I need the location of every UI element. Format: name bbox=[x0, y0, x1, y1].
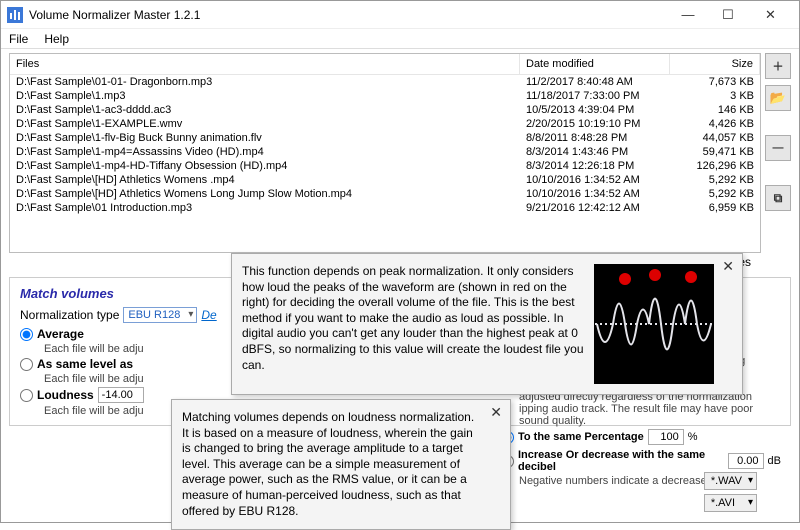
header-date[interactable]: Date modified bbox=[520, 54, 670, 74]
tooltip-text: This function depends on peak normalizat… bbox=[242, 264, 584, 384]
file-size: 126,296 KB bbox=[670, 159, 760, 173]
tooltip-text: Matching volumes depends on loudness nor… bbox=[182, 410, 482, 519]
file-date: 8/3/2014 12:26:18 PM bbox=[520, 159, 670, 173]
file-path: D:\Fast Sample\1.mp3 bbox=[10, 89, 520, 103]
waveform-illustration bbox=[594, 264, 714, 384]
header-size[interactable]: Size bbox=[670, 54, 760, 74]
file-date: 2/20/2015 10:19:10 PM bbox=[520, 117, 670, 131]
window-title: Volume Normalizer Master 1.2.1 bbox=[29, 8, 668, 22]
remove-all-button[interactable]: ⧉ bbox=[765, 185, 791, 211]
add-folder-button[interactable]: 📂 bbox=[765, 85, 791, 111]
tooltip-peak-normalization: ✕ This function depends on peak normaliz… bbox=[231, 253, 743, 395]
file-date: 10/10/2016 1:34:52 AM bbox=[520, 187, 670, 201]
tooltip-close-button[interactable]: ✕ bbox=[722, 258, 734, 275]
tooltip-close-button[interactable]: ✕ bbox=[490, 404, 502, 421]
table-row[interactable]: D:\Fast Sample\1.mp311/18/2017 7:33:00 P… bbox=[10, 89, 760, 103]
table-row[interactable]: D:\Fast Sample\01 Introduction.mp39/21/2… bbox=[10, 201, 760, 215]
table-row[interactable]: D:\Fast Sample\1-mp4-HD-Tiffany Obsessio… bbox=[10, 159, 760, 173]
tooltip-loudness-normalization: ✕ Matching volumes depends on loudness n… bbox=[171, 399, 511, 530]
format-selectors: *.WAV *.AVI bbox=[704, 472, 757, 512]
details-link[interactable]: De bbox=[201, 308, 216, 322]
radio-average-label: Average bbox=[37, 327, 84, 341]
app-icon bbox=[7, 7, 23, 23]
file-date: 8/8/2011 8:48:28 PM bbox=[520, 131, 670, 145]
radio-same-level[interactable] bbox=[20, 358, 33, 371]
right-text-4: ipping audio track. The result file may … bbox=[501, 403, 781, 415]
table-row[interactable]: D:\Fast Sample\01-01- Dragonborn.mp311/2… bbox=[10, 75, 760, 89]
close-button[interactable]: ✕ bbox=[748, 1, 793, 29]
radio-loudness[interactable] bbox=[20, 389, 33, 402]
format-avi-select[interactable]: *.AVI bbox=[704, 494, 757, 512]
file-path: D:\Fast Sample\1-mp4=Assassins Video (HD… bbox=[10, 145, 520, 159]
title-bar: Volume Normalizer Master 1.2.1 — ☐ ✕ bbox=[1, 1, 799, 29]
format-wav-select[interactable]: *.WAV bbox=[704, 472, 757, 490]
radio-same-decibel-label: Increase Or decrease with the same decib… bbox=[518, 449, 724, 473]
side-buttons: ＋ 📂 — ⧉ bbox=[761, 53, 791, 253]
file-size: 3 KB bbox=[670, 89, 760, 103]
remove-button[interactable]: — bbox=[765, 135, 791, 161]
file-size: 44,057 KB bbox=[670, 131, 760, 145]
radio-same-level-label: As same level as bbox=[37, 357, 133, 371]
file-list[interactable]: Files Date modified Size D:\Fast Sample\… bbox=[9, 53, 761, 253]
file-path: D:\Fast Sample\01 Introduction.mp3 bbox=[10, 201, 520, 215]
menu-bar: File Help bbox=[1, 29, 799, 49]
file-date: 10/5/2013 4:39:04 PM bbox=[520, 103, 670, 117]
file-path: D:\Fast Sample\[HD] Athletics Womens .mp… bbox=[10, 173, 520, 187]
file-size: 4,426 KB bbox=[670, 117, 760, 131]
normalization-type-label: Normalization type bbox=[20, 308, 119, 322]
table-row[interactable]: D:\Fast Sample\[HD] Athletics Womens .mp… bbox=[10, 173, 760, 187]
file-path: D:\Fast Sample\1-mp4-HD-Tiffany Obsessio… bbox=[10, 159, 520, 173]
menu-file[interactable]: File bbox=[9, 32, 28, 46]
file-size: 5,292 KB bbox=[670, 187, 760, 201]
maximize-button[interactable]: ☐ bbox=[708, 1, 748, 29]
menu-help[interactable]: Help bbox=[44, 32, 69, 46]
file-size: 5,292 KB bbox=[670, 173, 760, 187]
file-path: D:\Fast Sample\[HD] Athletics Womens Lon… bbox=[10, 187, 520, 201]
decibel-unit: dB bbox=[768, 455, 781, 467]
add-file-button[interactable]: ＋ bbox=[765, 53, 791, 79]
file-date: 10/10/2016 1:34:52 AM bbox=[520, 173, 670, 187]
file-date: 11/18/2017 7:33:00 PM bbox=[520, 89, 670, 103]
file-size: 6,959 KB bbox=[670, 201, 760, 215]
file-path: D:\Fast Sample\01-01- Dragonborn.mp3 bbox=[10, 75, 520, 89]
loudness-value[interactable] bbox=[98, 387, 144, 403]
radio-same-percentage-label: To the same Percentage bbox=[518, 431, 644, 443]
radio-average[interactable] bbox=[20, 328, 33, 341]
table-row[interactable]: D:\Fast Sample\1-ac3-dddd.ac310/5/2013 4… bbox=[10, 103, 760, 117]
file-path: D:\Fast Sample\1-flv-Big Buck Bunny anim… bbox=[10, 131, 520, 145]
header-files[interactable]: Files bbox=[10, 54, 520, 74]
table-row[interactable]: D:\Fast Sample\[HD] Athletics Womens Lon… bbox=[10, 187, 760, 201]
normalization-type-select[interactable]: EBU R128 bbox=[123, 307, 197, 323]
file-date: 9/21/2016 12:42:12 AM bbox=[520, 201, 670, 215]
file-size: 59,471 KB bbox=[670, 145, 760, 159]
table-row[interactable]: D:\Fast Sample\1-EXAMPLE.wmv2/20/2015 10… bbox=[10, 117, 760, 131]
right-text-5: sound quality. bbox=[501, 415, 781, 427]
table-row[interactable]: D:\Fast Sample\1-mp4=Assassins Video (HD… bbox=[10, 145, 760, 159]
file-size: 7,673 KB bbox=[670, 75, 760, 89]
file-date: 8/3/2014 1:43:46 PM bbox=[520, 145, 670, 159]
file-path: D:\Fast Sample\1-EXAMPLE.wmv bbox=[10, 117, 520, 131]
file-list-header: Files Date modified Size bbox=[10, 54, 760, 75]
decibel-input[interactable]: 0.00 bbox=[728, 453, 764, 469]
radio-loudness-label: Loudness bbox=[37, 388, 94, 402]
file-size: 146 KB bbox=[670, 103, 760, 117]
file-path: D:\Fast Sample\1-ac3-dddd.ac3 bbox=[10, 103, 520, 117]
percentage-unit: % bbox=[688, 431, 698, 443]
file-date: 11/2/2017 8:40:48 AM bbox=[520, 75, 670, 89]
percentage-input[interactable]: 100 bbox=[648, 429, 684, 445]
table-row[interactable]: D:\Fast Sample\1-flv-Big Buck Bunny anim… bbox=[10, 131, 760, 145]
minimize-button[interactable]: — bbox=[668, 1, 708, 29]
